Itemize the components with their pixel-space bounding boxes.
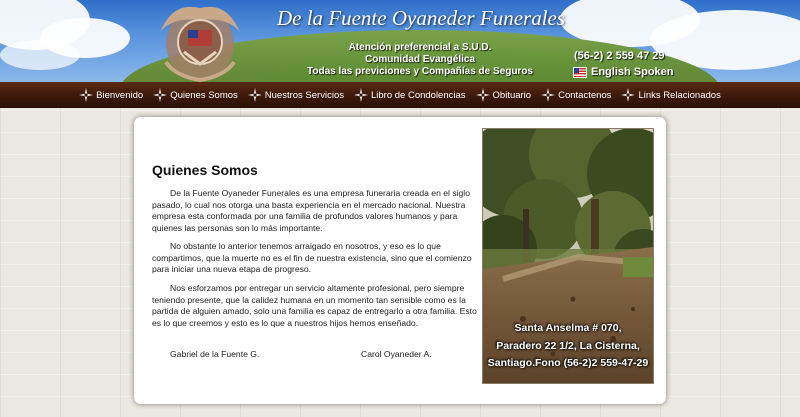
cross-icon bbox=[153, 88, 168, 102]
nav-item-links-relacionados[interactable]: Links Relacionados bbox=[621, 88, 721, 102]
cross-icon bbox=[353, 88, 368, 102]
body-paragraph: De la Fuente Oyaneder Funerales es una e… bbox=[152, 188, 471, 233]
cross-icon bbox=[79, 88, 94, 102]
cross-icon bbox=[475, 88, 490, 102]
nav-item-nuestros-servicios[interactable]: Nuestros Servicios bbox=[247, 88, 344, 102]
signature-gabriel: Gabriel de la Fuente G. bbox=[170, 349, 260, 359]
nav-item-quienes-somos[interactable]: Quienes Somos bbox=[153, 88, 238, 102]
tagline-line: Comunidad Evangélica bbox=[364, 54, 476, 65]
nav-item-bienvenido[interactable]: Bienvenido bbox=[79, 88, 143, 102]
cloud bbox=[0, 40, 80, 70]
emblem-icon bbox=[160, 6, 240, 82]
cross-icon bbox=[621, 88, 636, 102]
nav-item-contactenos[interactable]: Contactenos bbox=[541, 88, 611, 102]
address-line: Paradero 22 1/2, La Cisterna, bbox=[496, 340, 640, 352]
nav-label: Quienes Somos bbox=[170, 89, 238, 101]
signature-carol: Carol Oyaneder A. bbox=[361, 349, 432, 359]
english-spoken-label: English Spoken bbox=[591, 66, 674, 78]
nav-label: Bienvenido bbox=[96, 89, 144, 101]
header-banner: De la Fuente Oyaneder Funerales Atención… bbox=[0, 0, 800, 82]
nav-item-obituario[interactable]: Obituario bbox=[475, 88, 532, 102]
header-phone: (56-2) 2 559 47 29 bbox=[574, 50, 665, 62]
site-title: De la Fuente Oyaneder Funerales bbox=[276, 6, 566, 30]
address-line: Santa Anselma # 070, bbox=[514, 322, 622, 334]
main-nav: Bienvenido Quienes Somos Nuestros Servic… bbox=[0, 82, 800, 108]
cross-icon bbox=[541, 88, 556, 102]
nav-item-libro-de-condolencias[interactable]: Libro de Condolencias bbox=[353, 88, 466, 102]
cross-icon bbox=[247, 88, 262, 102]
body-paragraph: No obstante lo anterior tenemos arraigad… bbox=[152, 241, 472, 275]
cemetery-photo: Santa Anselma # 070, Paradero 22 1/2, La… bbox=[482, 128, 654, 384]
nav-label: Libro de Condolencias bbox=[370, 89, 466, 101]
nav-label: Nuestros Servicios bbox=[264, 89, 344, 101]
tagline-line: Todas las previciones y Compañías de Seg… bbox=[306, 66, 533, 77]
body-paragraph: Nos esforzamos por entregar un servicio … bbox=[152, 283, 477, 328]
us-flag-icon bbox=[573, 66, 587, 78]
nav-label: Links Relacionados bbox=[638, 89, 721, 101]
nav-label: Contactenos bbox=[558, 89, 612, 101]
address-line: Santiago.Fono (56-2)2 559-47-29 bbox=[487, 357, 649, 369]
page-title: Quienes Somos bbox=[152, 162, 258, 178]
english-spoken-link[interactable]: English Spoken bbox=[573, 66, 674, 78]
nav-label: Obituario bbox=[492, 89, 532, 101]
tagline-line: Atención preferencial a S.U.D. bbox=[348, 42, 492, 53]
